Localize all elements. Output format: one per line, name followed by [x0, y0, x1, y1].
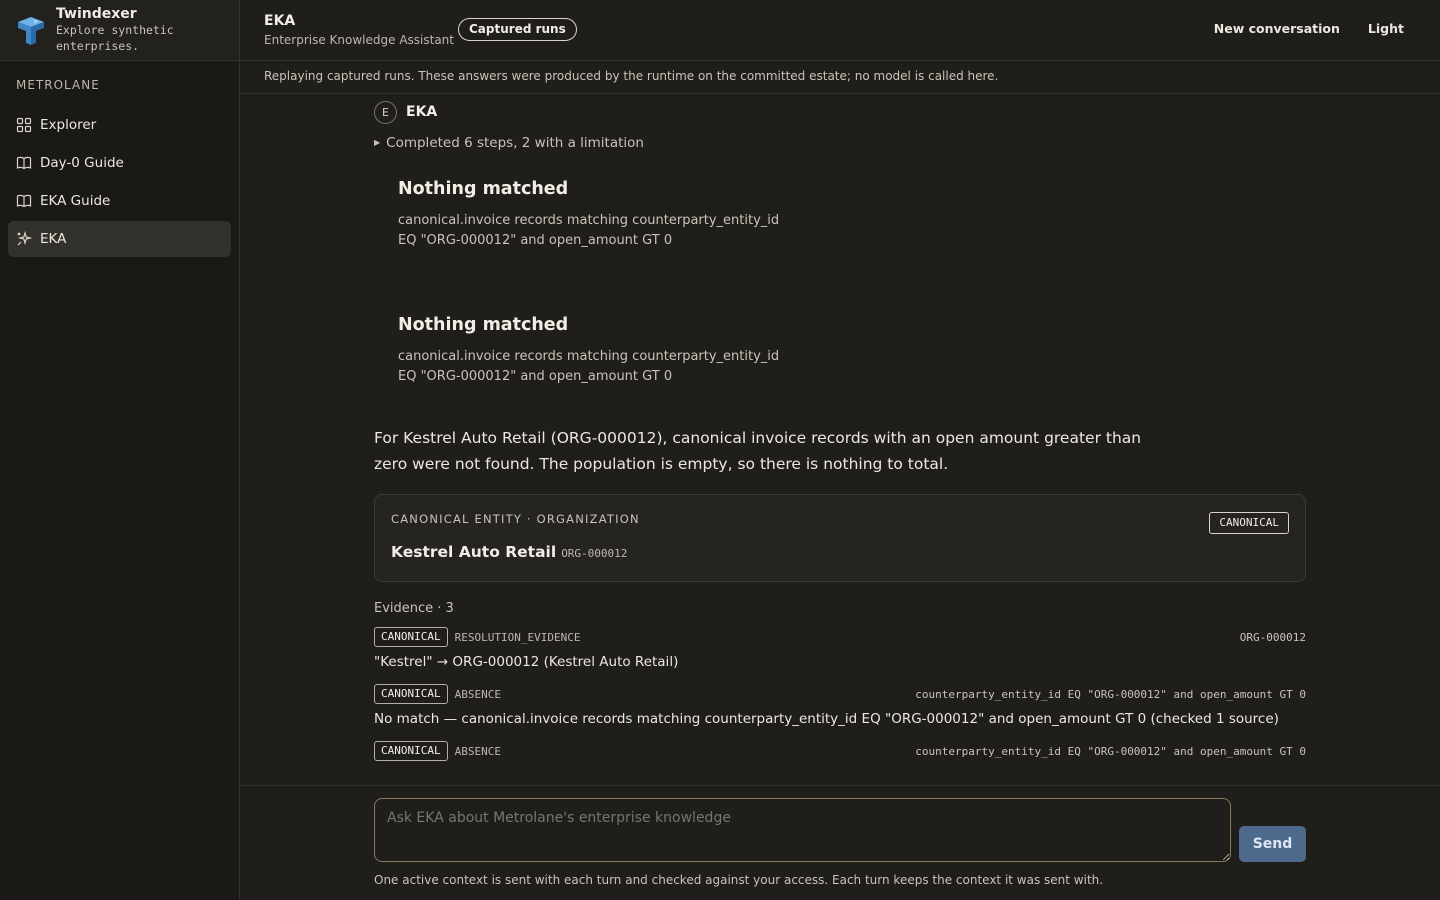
entity-card[interactable]: CANONICAL ENTITY · ORGANIZATION CANONICA…	[374, 494, 1306, 582]
conversation-area[interactable]: E EKA ▶ Completed 6 steps, 2 with a limit…	[240, 94, 1440, 785]
nomatch-detail: canonical.invoice records matching count…	[398, 213, 780, 248]
sidebar-item-label: Day-0 Guide	[40, 155, 124, 171]
entity-name: Kestrel Auto Retail	[391, 543, 557, 561]
send-button[interactable]: Send	[1239, 826, 1306, 862]
avatar: E	[374, 100, 397, 124]
sidebar: Twindexer Explore synthetic enterprises.…	[0, 0, 240, 900]
new-conversation-button[interactable]: New conversation	[1214, 21, 1340, 36]
nomatch-title: Nothing matched	[398, 315, 569, 335]
evidence-item[interactable]: CANONICAL RESOLUTION_EVIDENCE ORG-000012…	[374, 626, 1306, 676]
evidence-kind: ABSENCE	[454, 744, 501, 758]
sidebar-item-label: EKA	[40, 231, 67, 247]
page-subtitle: Enterprise Knowledge Assistant	[264, 33, 454, 47]
twindexer-logo-icon	[14, 14, 48, 48]
nomatch-block: Nothing matched canonical.invoice record…	[374, 179, 1306, 251]
brand-subtitle: Explore synthetic enterprises.	[56, 23, 174, 53]
evidence-chip: CANONICAL	[374, 741, 448, 761]
evidence-heading: Evidence · 3	[374, 601, 454, 616]
evidence-ref: ORG-000012	[1239, 630, 1306, 644]
header: EKA Enterprise Knowledge Assistant Captu…	[240, 0, 1440, 61]
org-label: METROLANE	[16, 78, 100, 92]
theme-toggle-button[interactable]: Light	[1368, 21, 1404, 36]
evidence-text: No match — canonical.invoice records mat…	[374, 711, 1279, 727]
evidence-item[interactable]: CANONICAL ABSENCE counterparty_entity_id…	[374, 683, 1306, 733]
composer: Send One active context is sent with eac…	[240, 785, 1440, 900]
grid-icon	[16, 117, 32, 133]
evidence-kind: ABSENCE	[454, 687, 501, 701]
sidebar-item-eka-guide[interactable]: EKA Guide	[8, 183, 231, 219]
sidebar-item-eka[interactable]: EKA	[8, 221, 231, 257]
evidence-kind: RESOLUTION_EVIDENCE	[454, 630, 581, 644]
message-author: EKA	[406, 104, 438, 120]
message-input[interactable]	[374, 798, 1231, 862]
answer-text: For Kestrel Auto Retail (ORG-000012), ca…	[374, 429, 1142, 473]
nomatch-block: Nothing matched canonical.invoice record…	[374, 315, 1306, 387]
evidence-chip: CANONICAL	[374, 627, 448, 647]
evidence-text: "Kestrel" → ORG-000012 (Kestrel Auto Ret…	[374, 654, 679, 670]
entity-id: ORG-000012	[561, 547, 628, 560]
entity-type-label: CANONICAL ENTITY · ORGANIZATION	[391, 512, 640, 526]
composer-note: One active context is sent with each tur…	[374, 873, 1104, 887]
brand[interactable]: Twindexer Explore synthetic enterprises.	[0, 0, 239, 61]
book-icon	[16, 155, 32, 171]
steps-disclosure[interactable]: ▶ Completed 6 steps, 2 with a limitation	[374, 129, 1306, 157]
evidence-ref: counterparty_entity_id EQ "ORG-000012" a…	[915, 687, 1306, 701]
entity-name-row: Kestrel Auto Retail ORG-000012	[391, 543, 627, 561]
sidebar-item-label: Explorer	[40, 117, 97, 133]
nomatch-title: Nothing matched	[398, 179, 569, 199]
page-title: EKA	[264, 13, 296, 29]
sidebar-item-day0-guide[interactable]: Day-0 Guide	[8, 145, 231, 181]
replay-notice: Replaying captured runs. These answers w…	[240, 61, 1440, 94]
evidence-ref: counterparty_entity_id EQ "ORG-000012" a…	[915, 744, 1306, 758]
sidebar-item-explorer[interactable]: Explorer	[8, 107, 231, 143]
steps-summary: Completed 6 steps, 2 with a limitation	[386, 135, 644, 151]
sidebar-item-label: EKA Guide	[40, 193, 111, 209]
canonical-badge: CANONICAL	[1209, 512, 1289, 534]
captured-runs-badge[interactable]: Captured runs	[458, 18, 577, 41]
nomatch-detail: canonical.invoice records matching count…	[398, 349, 780, 384]
evidence-item[interactable]: CANONICAL ABSENCE counterparty_entity_id…	[374, 740, 1306, 762]
evidence-chip: CANONICAL	[374, 684, 448, 704]
brand-title: Twindexer	[56, 6, 137, 22]
sparkle-icon	[16, 230, 33, 247]
caret-right-icon: ▶	[374, 138, 381, 147]
book-icon	[16, 193, 32, 209]
